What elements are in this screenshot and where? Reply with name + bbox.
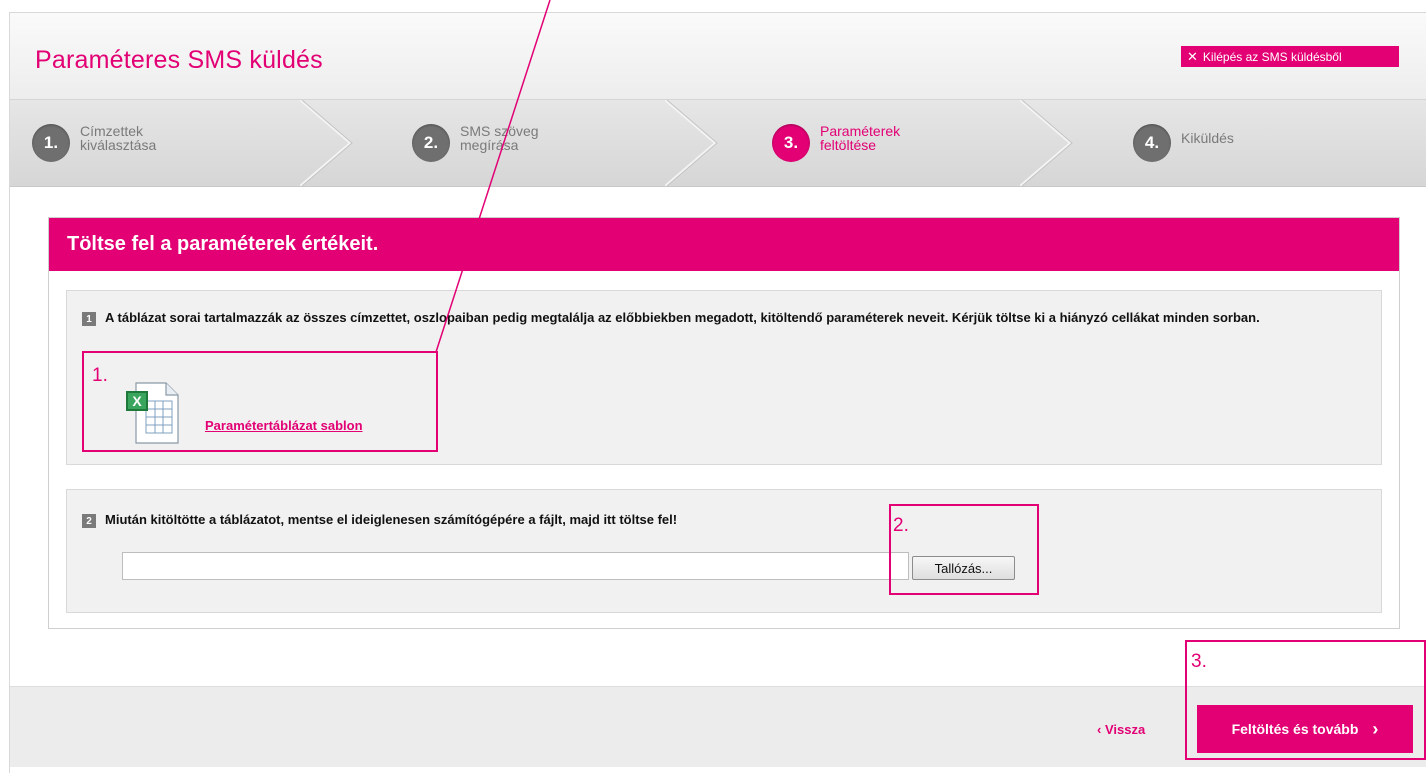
step-label: Címzettek kiválasztása (80, 123, 157, 153)
close-icon: ✕ (1187, 48, 1198, 64)
chevron-left-icon: ‹ (1097, 722, 1105, 737)
step-number: 2. (412, 124, 450, 162)
annotation-box-2 (889, 504, 1039, 595)
template-instructions: A táblázat sorai tartalmazzák az összes … (105, 310, 1260, 325)
step-label: Kiküldés (1181, 130, 1234, 146)
step-upload-parameters: 3. Paraméterek feltöltése (772, 100, 950, 186)
step-separator (665, 100, 718, 186)
step-write-sms: 2. SMS szöveg megírása (412, 100, 590, 186)
step-number: 4. (1133, 124, 1171, 162)
section-badge: 1 (82, 312, 96, 326)
annotation-label-3: 3. (1191, 651, 1207, 672)
annotation-box-3 (1185, 640, 1426, 760)
step-number: 3. (772, 124, 810, 162)
step-separator (1020, 100, 1073, 186)
exit-sms-label: Kilépés az SMS küldésből (1202, 49, 1342, 64)
exit-sms-button[interactable]: ✕ Kilépés az SMS küldésből (1181, 46, 1399, 67)
title-bar: Paraméteres SMS küldés ✕ Kilépés az SMS … (10, 13, 1426, 100)
upload-instructions: Miután kitöltötte a táblázatot, mentse e… (105, 512, 678, 527)
wizard-steps: 1. Címzettek kiválasztása 2. SMS szöveg … (10, 100, 1426, 187)
step-number: 1. (32, 124, 70, 162)
upload-section: 2 Miután kitöltötte a táblázatot, mentse… (66, 489, 1382, 613)
step-separator (300, 100, 353, 186)
back-link[interactable]: ‹ Vissza (1097, 722, 1145, 737)
annotation-box-1 (82, 351, 438, 452)
step-label: SMS szöveg megírása (460, 123, 539, 153)
annotation-label-1: 1. (92, 365, 108, 386)
step-recipients: 1. Címzettek kiválasztása (32, 100, 210, 186)
page-title: Paraméteres SMS küldés (35, 46, 323, 74)
file-path-input[interactable] (122, 552, 909, 580)
step-label: Paraméterek feltöltése (820, 123, 901, 153)
panel-heading: Töltse fel a paraméterek értékeit. (49, 218, 1399, 271)
step-send: 4. Kiküldés (1133, 100, 1311, 186)
annotation-label-2: 2. (893, 515, 909, 536)
back-label: Vissza (1104, 722, 1146, 737)
section-badge: 2 (82, 514, 96, 528)
